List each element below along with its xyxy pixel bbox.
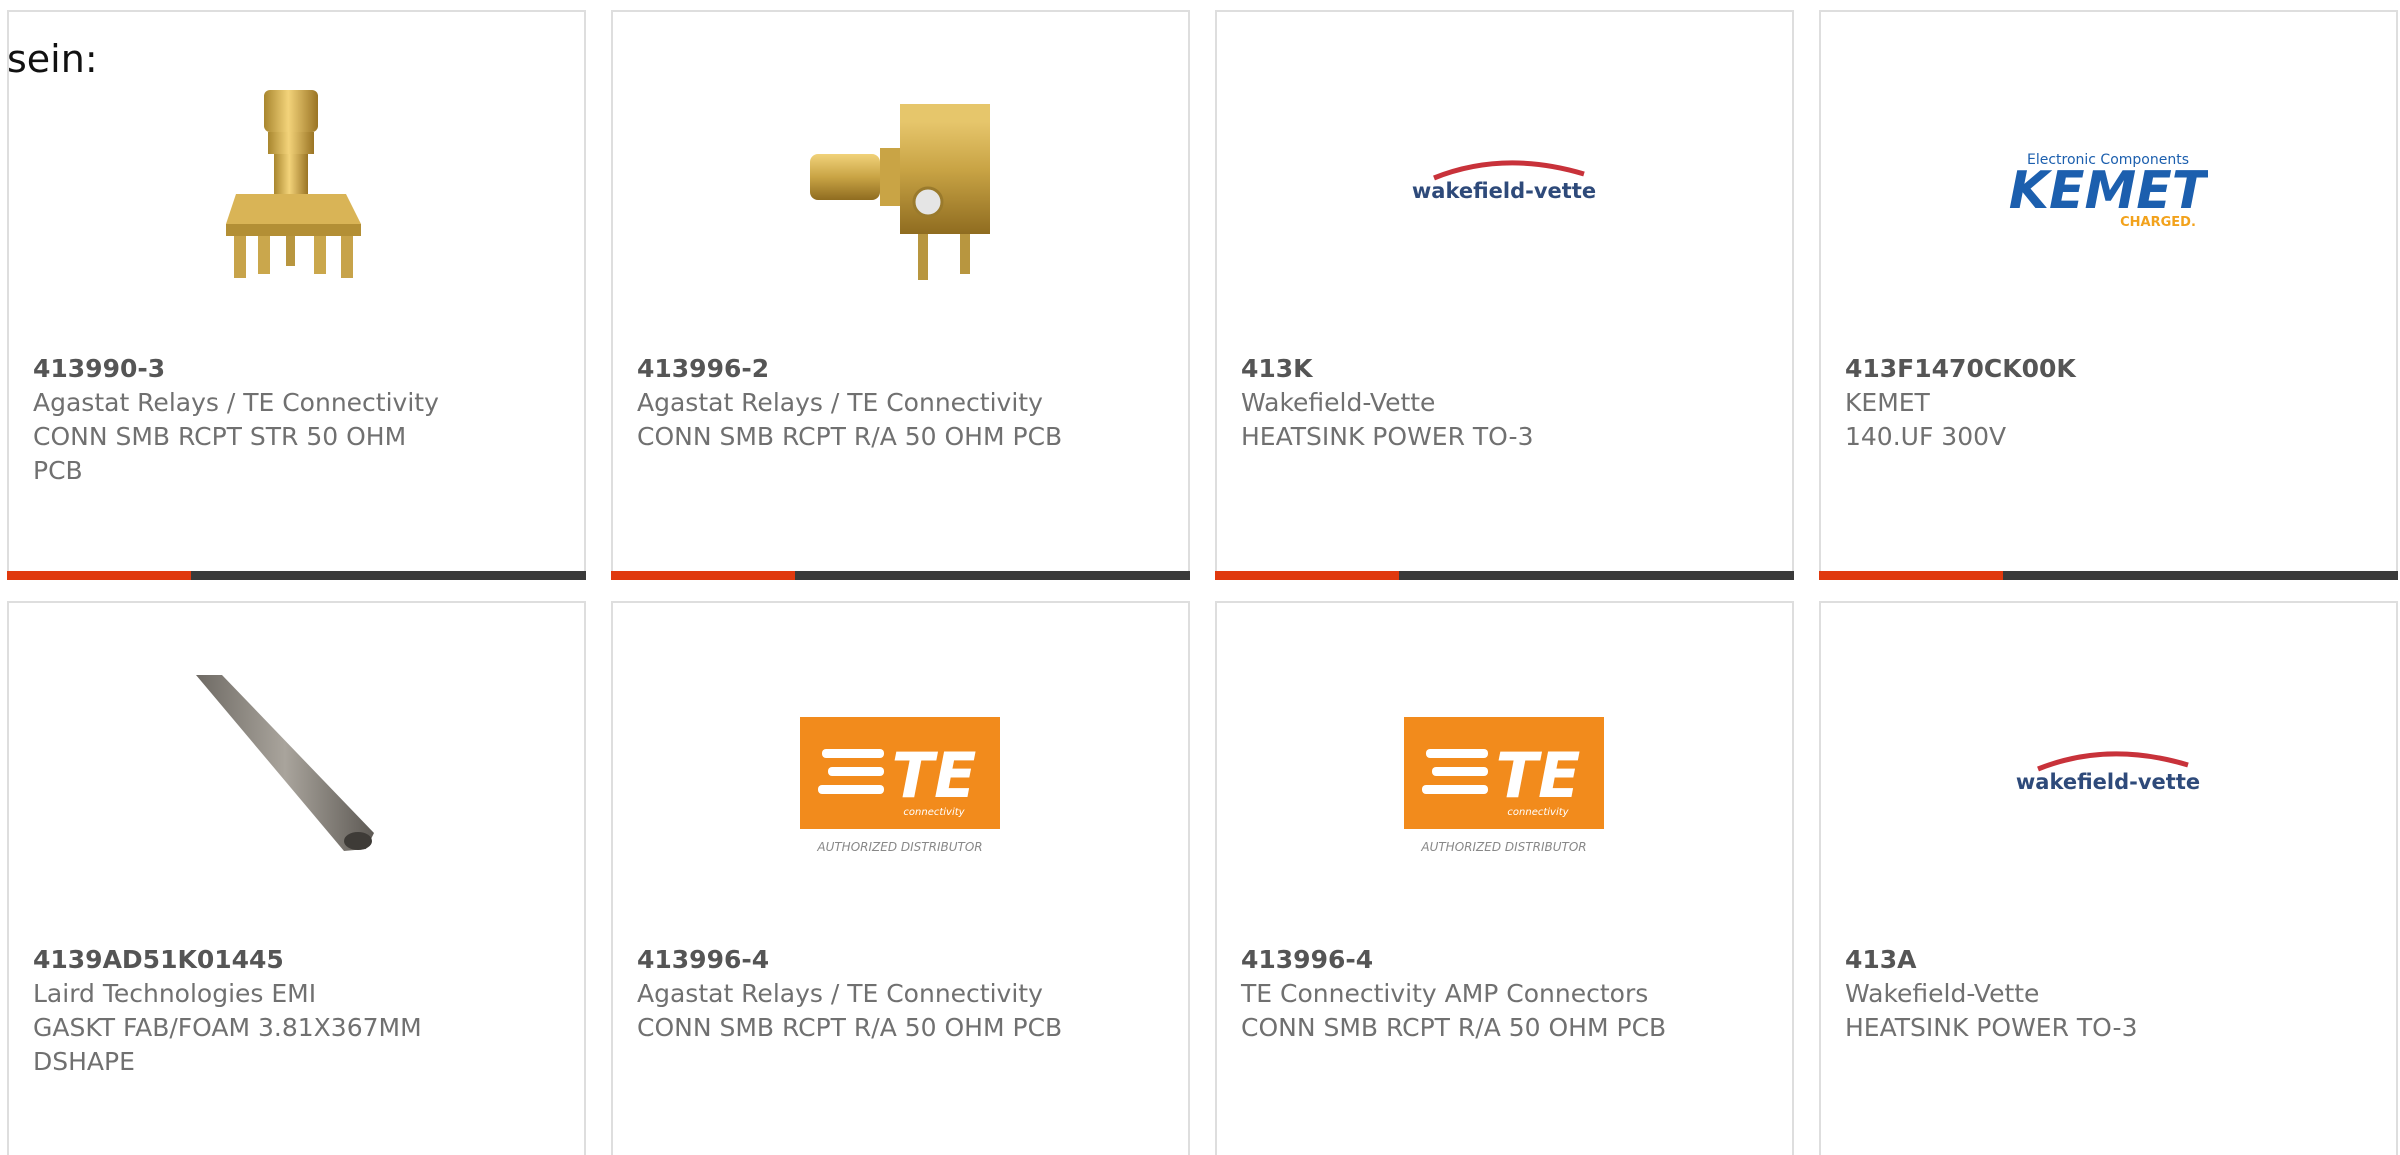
intro-text: sein: xyxy=(7,37,98,81)
kemet-logo-main: KEMET xyxy=(2009,161,2208,221)
part-number[interactable]: 413996-2 xyxy=(637,352,1168,386)
card-accent-bar xyxy=(1819,571,2003,580)
manufacturer: Agastat Relays / TE Connectivity xyxy=(33,388,439,417)
te-logo-caption: AUTHORIZED DISTRIBUTOR xyxy=(816,840,982,854)
wakefield-vette-logo: wakefield-vette xyxy=(2016,751,2200,794)
product-info: 4139AD51K01445 Laird Technologies EMI GA… xyxy=(33,943,564,1079)
te-connectivity-logo: TE connectivity AUTHORIZED DISTRIBUTOR xyxy=(1404,717,1604,854)
manufacturer: Agastat Relays / TE Connectivity xyxy=(637,388,1043,417)
te-connectivity-logo: TE connectivity AUTHORIZED DISTRIBUTOR xyxy=(800,717,1000,854)
description: CONN SMB RCPT STR 50 OHM PCB xyxy=(33,422,407,485)
product-card[interactable]: Electronic Components KEMET CHARGED. 413… xyxy=(1819,10,2398,580)
description: 140.UF 300V xyxy=(1845,422,2007,451)
part-number[interactable]: 413A xyxy=(1845,943,2376,977)
product-info: 413996-4 TE Connectivity AMP Connectors … xyxy=(1241,943,1772,1045)
wakefield-vette-logo: wakefield-vette xyxy=(1412,160,1596,203)
part-number[interactable]: 413996-4 xyxy=(1241,943,1772,977)
smb-right-angle-connector-image xyxy=(810,104,990,280)
card-accent-bar xyxy=(1215,571,1399,580)
wakefield-logo-text: wakefield-vette xyxy=(2016,770,2200,794)
product-card[interactable]: 4139AD51K01445 Laird Technologies EMI GA… xyxy=(7,601,586,1155)
product-info: 413996-2 Agastat Relays / TE Connectivit… xyxy=(637,352,1168,454)
product-image: wakefield-vette xyxy=(2008,675,2208,875)
description: GASKT FAB/FOAM 3.81X367MM DSHAPE xyxy=(33,1013,422,1076)
manufacturer: Laird Technologies EMI xyxy=(33,979,317,1008)
manufacturer: KEMET xyxy=(1845,388,1930,417)
card-accent-bar xyxy=(611,571,795,580)
product-image: TE connectivity AUTHORIZED DISTRIBUTOR xyxy=(1404,675,1604,875)
description: CONN SMB RCPT R/A 50 OHM PCB xyxy=(637,422,1063,451)
kemet-logo-sub: CHARGED. xyxy=(2120,215,2196,230)
te-logo-small: connectivity xyxy=(903,807,965,818)
product-info: 413A Wakefield-Vette HEATSINK POWER TO-3 xyxy=(1845,943,2376,1045)
smb-straight-connector-image xyxy=(226,90,361,278)
product-image xyxy=(196,84,396,284)
product-card[interactable]: TE connectivity AUTHORIZED DISTRIBUTOR 4… xyxy=(1215,601,1794,1155)
product-card[interactable]: wakefield-vette 413K Wakefield-Vette HEA… xyxy=(1215,10,1794,580)
card-accent-bar xyxy=(7,571,191,580)
manufacturer: TE Connectivity AMP Connectors xyxy=(1241,979,1649,1008)
description: HEATSINK POWER TO-3 xyxy=(1845,1013,2138,1042)
manufacturer: Agastat Relays / TE Connectivity xyxy=(637,979,1043,1008)
product-image: wakefield-vette xyxy=(1404,84,1604,284)
te-logo-main: TE xyxy=(1496,739,1581,812)
card-bottom-bar xyxy=(1819,571,2398,580)
description: HEATSINK POWER TO-3 xyxy=(1241,422,1534,451)
part-number[interactable]: 413996-4 xyxy=(637,943,1168,977)
product-card[interactable]: TE connectivity AUTHORIZED DISTRIBUTOR 4… xyxy=(611,601,1190,1155)
product-card[interactable]: 413990-3 Agastat Relays / TE Connectivit… xyxy=(7,10,586,580)
manufacturer: Wakefield-Vette xyxy=(1845,979,2040,1008)
gasket-strip-image xyxy=(196,675,374,851)
product-info: 413990-3 Agastat Relays / TE Connectivit… xyxy=(33,352,564,488)
kemet-logo: Electronic Components KEMET CHARGED. xyxy=(2009,152,2208,230)
manufacturer: Wakefield-Vette xyxy=(1241,388,1436,417)
product-image xyxy=(196,675,396,875)
product-image: TE connectivity AUTHORIZED DISTRIBUTOR xyxy=(800,675,1000,875)
part-number[interactable]: 4139AD51K01445 xyxy=(33,943,564,977)
card-bottom-bar xyxy=(7,571,586,580)
part-number[interactable]: 413K xyxy=(1241,352,1772,386)
te-logo-caption: AUTHORIZED DISTRIBUTOR xyxy=(1420,840,1586,854)
description: CONN SMB RCPT R/A 50 OHM PCB xyxy=(637,1013,1063,1042)
product-image xyxy=(800,84,1000,284)
te-logo-main: TE xyxy=(892,739,977,812)
product-card[interactable]: 413996-2 Agastat Relays / TE Connectivit… xyxy=(611,10,1190,580)
te-logo-small: connectivity xyxy=(1507,807,1569,818)
part-number[interactable]: 413F1470CK00K xyxy=(1845,352,2376,386)
wakefield-logo-text: wakefield-vette xyxy=(1412,179,1596,203)
product-listing-page: sein: 413990-3 Agastat Relays / TE Conne… xyxy=(0,0,2400,1155)
part-number[interactable]: 413990-3 xyxy=(33,352,564,386)
product-card[interactable]: wakefield-vette 413A Wakefield-Vette HEA… xyxy=(1819,601,2398,1155)
product-info: 413996-4 Agastat Relays / TE Connectivit… xyxy=(637,943,1168,1045)
product-info: 413F1470CK00K KEMET 140.UF 300V xyxy=(1845,352,2376,454)
product-image: Electronic Components KEMET CHARGED. xyxy=(2008,84,2208,284)
card-bottom-bar xyxy=(611,571,1190,580)
card-bottom-bar xyxy=(1215,571,1794,580)
product-info: 413K Wakefield-Vette HEATSINK POWER TO-3 xyxy=(1241,352,1772,454)
description: CONN SMB RCPT R/A 50 OHM PCB xyxy=(1241,1013,1667,1042)
